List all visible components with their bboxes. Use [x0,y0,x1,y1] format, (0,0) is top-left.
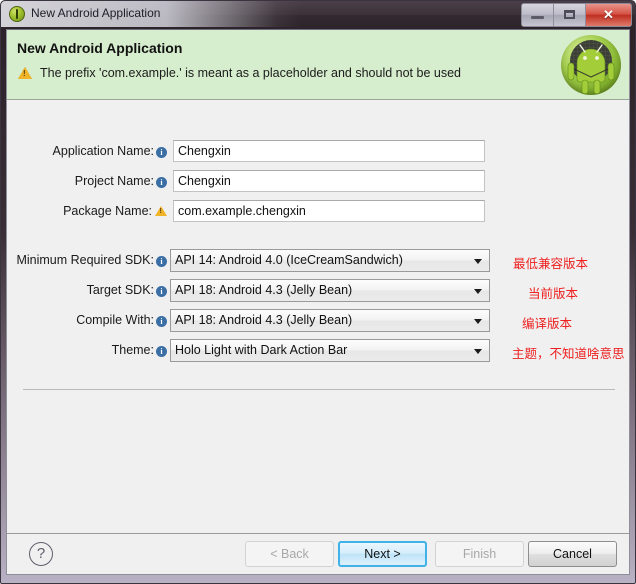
row-application-name: Application Name: i Chengxin [7,139,487,163]
row-minimum-required-sdk: Minimum Required SDK: i API 14: Android 4… [7,248,507,272]
row-package-name: Package Name: com.example.chengxin [7,199,487,223]
label-target-sdk: Target SDK: [86,283,154,297]
minimum-required-sdk-dropdown[interactable]: API 14: Android 4.0 (IceCreamSandwich) [170,248,490,272]
chevron-down-icon [474,348,482,354]
chevron-down-icon [474,258,482,264]
row-theme: Theme: i Holo Light with Dark Action Bar [7,338,507,362]
window-title: New Android Application [31,6,161,20]
minimum-required-sdk-value: API 14: Android 4.0 (IceCreamSandwich) [175,252,403,267]
dialog-footer: ? < Back Next > Finish Cancel [7,533,629,574]
label-application-name: Application Name: [52,144,154,158]
form-divider [23,389,615,390]
maximize-icon [564,10,575,19]
target-sdk-value: API 18: Android 4.3 (Jelly Bean) [175,282,353,297]
note-target-sdk: 当前版本 [528,286,579,301]
android-robot-icon [561,35,621,95]
info-icon[interactable]: i [156,177,167,188]
info-icon[interactable]: i [156,147,167,158]
form-area: Application Name: i Chengxin Project Name… [7,101,629,533]
chevron-down-icon [474,288,482,294]
label-minimum-required-sdk: Minimum Required SDK: [16,253,154,267]
window-controls: ✕ [521,3,632,27]
row-target-sdk: Target SDK: i API 18: Android 4.3 (Jelly … [7,278,507,302]
info-icon[interactable]: i [156,346,167,357]
footer-divider [7,533,629,534]
close-button[interactable]: ✕ [586,4,631,26]
note-compile-with: 编译版本 [522,316,573,331]
minimize-icon [531,16,544,19]
title-bar: New Android Application ✕ [1,1,635,29]
dialog-body: New Android Application The prefix 'com.… [6,29,630,575]
application-name-input[interactable]: Chengxin [173,140,485,162]
compile-with-value: API 18: Android 4.3 (Jelly Bean) [175,312,353,327]
dialog-banner: New Android Application The prefix 'com.… [7,30,629,100]
page-title: New Android Application [17,40,183,56]
theme-value: Holo Light with Dark Action Bar [175,342,348,357]
project-name-input[interactable]: Chengxin [173,170,485,192]
target-sdk-dropdown[interactable]: API 18: Android 4.3 (Jelly Bean) [170,278,490,302]
banner-message-row: The prefix 'com.example.' is meant as a … [18,66,461,80]
note-theme: 主题，不知道啥意思 [512,346,625,361]
close-icon: ✕ [603,7,614,22]
label-theme: Theme: [111,343,154,357]
info-icon[interactable]: i [156,316,167,327]
banner-message: The prefix 'com.example.' is meant as a … [40,66,461,80]
info-icon[interactable]: i [156,256,167,267]
theme-dropdown[interactable]: Holo Light with Dark Action Bar [170,338,490,362]
warning-triangle-icon [18,67,32,79]
cancel-button[interactable]: Cancel [528,541,617,567]
row-compile-with: Compile With: i API 18: Android 4.3 (Jell… [7,308,507,332]
info-icon[interactable]: i [156,286,167,297]
application-window: New Android Application ✕ New Android Ap… [0,0,636,584]
label-project-name: Project Name: [74,174,154,188]
note-minimum-required-sdk: 最低兼容版本 [513,256,589,271]
minimize-button[interactable] [522,4,554,26]
android-green-icon [9,6,25,22]
row-project-name: Project Name: i Chengxin [7,169,487,193]
package-name-input[interactable]: com.example.chengxin [173,200,485,222]
warning-icon[interactable] [155,206,167,216]
label-package-name: Package Name: [63,204,152,218]
finish-button[interactable]: Finish [435,541,524,567]
label-compile-with: Compile With: [76,313,154,327]
chevron-down-icon [474,318,482,324]
compile-with-dropdown[interactable]: API 18: Android 4.3 (Jelly Bean) [170,308,490,332]
maximize-button[interactable] [554,4,586,26]
next-button[interactable]: Next > [338,541,427,567]
help-button[interactable]: ? [29,542,53,566]
back-button[interactable]: < Back [245,541,334,567]
